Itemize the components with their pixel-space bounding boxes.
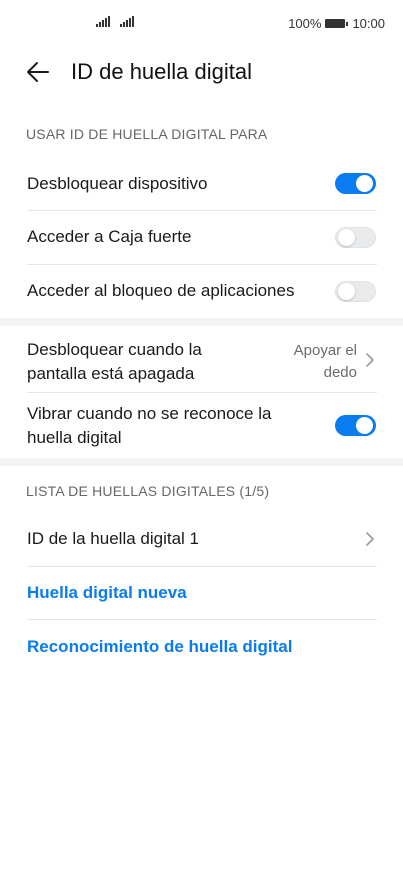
row-label-line: huella digital bbox=[27, 428, 122, 447]
row-value-line: Apoyar el bbox=[293, 342, 357, 359]
toggle-row-unlock-device[interactable]: Desbloquear dispositivo bbox=[0, 160, 403, 210]
row-label-line: Vibrar cuando no se reconoce la bbox=[27, 404, 272, 423]
fingerprint-list-item[interactable]: ID de la huella digital 1 bbox=[0, 513, 403, 566]
status-right: 100% 10:00 bbox=[288, 16, 385, 31]
toggle-row-vibrate[interactable]: Vibrar cuando no se reconoce la huella d… bbox=[0, 393, 403, 458]
row-label-line: pantalla está apagada bbox=[27, 364, 195, 383]
clock: 10:00 bbox=[352, 16, 385, 31]
safe-access-toggle[interactable] bbox=[335, 227, 376, 248]
chevron-right-icon bbox=[366, 353, 374, 367]
row-label: Vibrar cuando no se reconoce la huella d… bbox=[27, 402, 271, 450]
row-label: Acceder a Caja fuerte bbox=[27, 227, 192, 246]
row-label: Acceder al bloqueo de aplicaciones bbox=[27, 281, 295, 300]
back-arrow-icon bbox=[27, 62, 49, 82]
fingerprint-recognition-label: Reconocimiento de huella digital bbox=[27, 637, 293, 656]
row-value-line: dedo bbox=[323, 364, 357, 381]
vibrate-toggle[interactable] bbox=[335, 415, 376, 436]
battery-icon bbox=[325, 19, 349, 28]
status-bar: 100% 10:00 bbox=[0, 0, 403, 48]
battery-percent: 100% bbox=[288, 16, 322, 31]
row-label: Desbloquear dispositivo bbox=[27, 174, 208, 193]
new-fingerprint-button[interactable]: Huella digital nueva bbox=[0, 567, 403, 619]
page-title: ID de huella digital bbox=[71, 59, 253, 84]
section-separator bbox=[0, 318, 403, 326]
new-fingerprint-label: Huella digital nueva bbox=[27, 583, 187, 602]
chevron-right-icon bbox=[366, 532, 374, 546]
signal-icon bbox=[120, 16, 134, 27]
row-value: Apoyar el dedo bbox=[294, 340, 357, 384]
unlock-device-toggle[interactable] bbox=[335, 173, 376, 194]
section-separator bbox=[0, 458, 403, 466]
row-label-line: Desbloquear cuando la bbox=[27, 340, 202, 359]
screen-off-unlock-row[interactable]: Desbloquear cuando la pantalla está apag… bbox=[0, 326, 403, 392]
section-header-list: LISTA DE HUELLAS DIGITALES (1/5) bbox=[26, 483, 270, 499]
row-label: Desbloquear cuando la pantalla está apag… bbox=[27, 338, 202, 386]
back-button[interactable] bbox=[24, 58, 54, 86]
toggle-row-app-lock[interactable]: Acceder al bloqueo de aplicaciones bbox=[0, 265, 403, 318]
app-lock-toggle[interactable] bbox=[335, 281, 376, 302]
signal-icon bbox=[96, 16, 110, 27]
row-label: ID de la huella digital 1 bbox=[27, 529, 200, 548]
header: ID de huella digital bbox=[0, 52, 403, 92]
toggle-row-safe-access[interactable]: Acceder a Caja fuerte bbox=[0, 211, 403, 264]
fingerprint-recognition-button[interactable]: Reconocimiento de huella digital bbox=[0, 620, 403, 672]
section-header-usage: USAR ID DE HUELLA DIGITAL PARA bbox=[26, 126, 268, 142]
